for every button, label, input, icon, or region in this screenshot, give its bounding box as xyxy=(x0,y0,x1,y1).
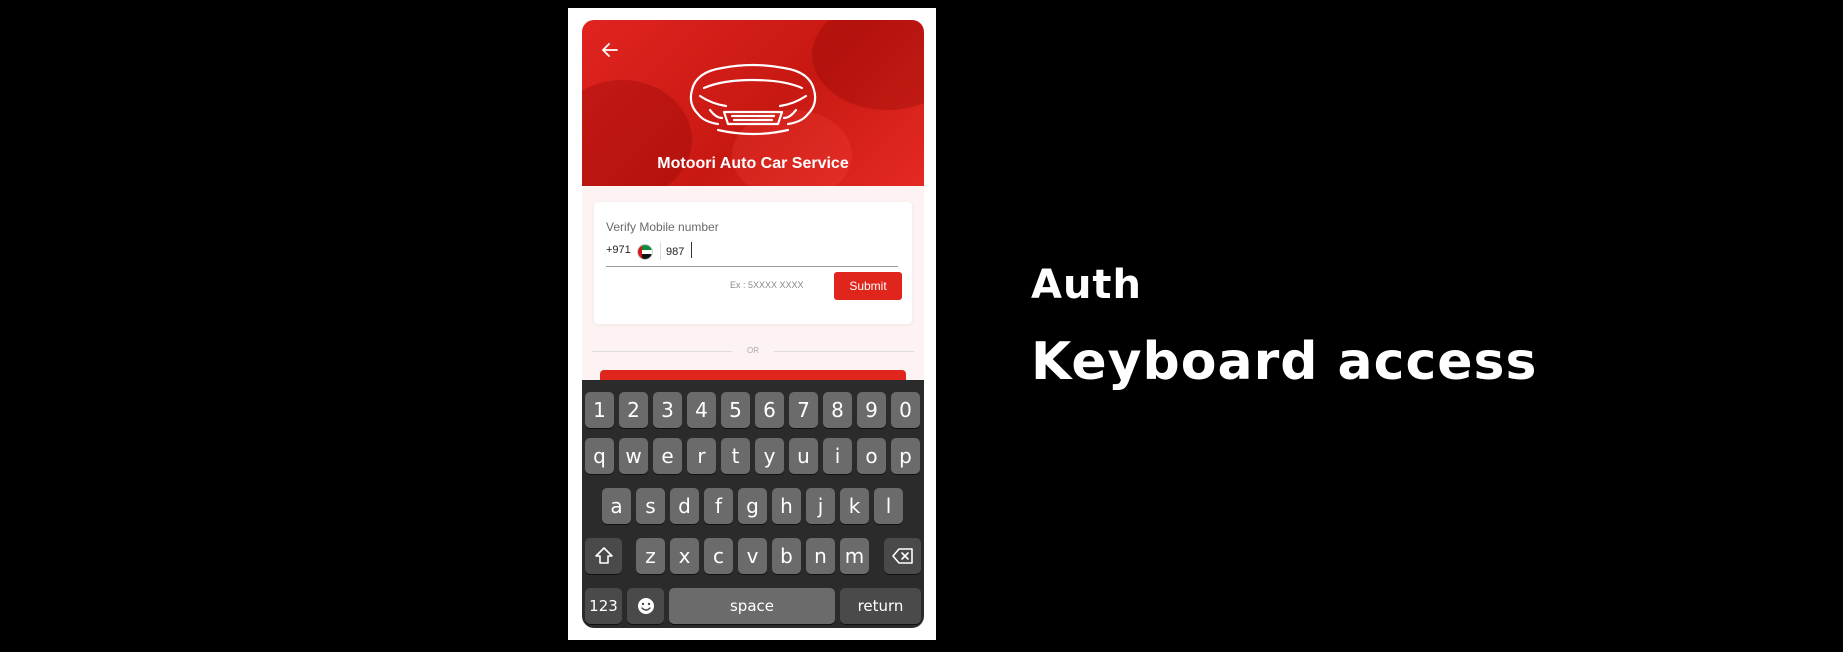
key[interactable]: d xyxy=(670,488,699,524)
header-banner: Motoori Auto Car Service xyxy=(582,20,924,186)
key[interactable]: a xyxy=(602,488,631,524)
key[interactable]: p xyxy=(891,438,920,474)
numbers-key[interactable]: 123 xyxy=(585,588,622,624)
key[interactable]: u xyxy=(789,438,818,474)
banner-decoration xyxy=(812,20,924,110)
key[interactable]: t xyxy=(721,438,750,474)
key[interactable]: g xyxy=(738,488,767,524)
key[interactable]: x xyxy=(670,538,699,574)
phone-frame: Motoori Auto Car Service Verify Mobile n… xyxy=(568,8,936,640)
shift-key[interactable] xyxy=(585,538,622,574)
space-key[interactable]: space xyxy=(669,588,835,624)
key[interactable]: o xyxy=(857,438,886,474)
verify-label: Verify Mobile number xyxy=(606,220,719,234)
key[interactable]: m xyxy=(840,538,869,574)
submit-button[interactable]: Submit xyxy=(834,272,902,300)
key[interactable]: k xyxy=(840,488,869,524)
backspace-key[interactable] xyxy=(884,538,921,574)
arrow-left-icon xyxy=(602,43,618,57)
emoji-key[interactable] xyxy=(627,588,664,624)
key[interactable]: 8 xyxy=(823,392,852,428)
key[interactable]: 6 xyxy=(755,392,784,428)
shift-icon xyxy=(594,547,613,564)
key[interactable]: 1 xyxy=(585,392,614,428)
brand-name: Motoori Auto Car Service xyxy=(657,155,849,172)
side-title: Auth xyxy=(1031,262,1143,308)
key[interactable]: z xyxy=(636,538,665,574)
back-button[interactable] xyxy=(598,38,622,62)
text-caret xyxy=(691,242,692,258)
return-key[interactable]: return xyxy=(840,588,921,624)
phone-hint: Ex : 5XXXX XXXX xyxy=(730,280,804,290)
key[interactable]: l xyxy=(874,488,903,524)
key[interactable]: 2 xyxy=(619,392,648,428)
phone-field[interactable]: +971 xyxy=(606,242,898,267)
backspace-icon xyxy=(891,548,913,564)
side-subtitle: Keyboard access xyxy=(1031,332,1538,392)
field-divider xyxy=(660,242,661,260)
key[interactable]: e xyxy=(653,438,682,474)
emoji-icon xyxy=(637,598,654,614)
key[interactable]: 3 xyxy=(653,392,682,428)
key[interactable]: 5 xyxy=(721,392,750,428)
key[interactable]: f xyxy=(704,488,733,524)
uae-flag-icon xyxy=(637,244,653,260)
key[interactable]: i xyxy=(823,438,852,474)
key[interactable]: 0 xyxy=(891,392,920,428)
car-logo-icon xyxy=(689,63,817,136)
key[interactable]: 9 xyxy=(857,392,886,428)
key[interactable]: q xyxy=(585,438,614,474)
key[interactable]: c xyxy=(704,538,733,574)
key[interactable]: y xyxy=(755,438,784,474)
key[interactable]: j xyxy=(806,488,835,524)
app-screen: Motoori Auto Car Service Verify Mobile n… xyxy=(582,20,924,628)
key[interactable]: s xyxy=(636,488,665,524)
phone-input[interactable] xyxy=(666,242,866,262)
key[interactable]: w xyxy=(619,438,648,474)
divider-line xyxy=(774,351,914,352)
key[interactable]: r xyxy=(687,438,716,474)
key[interactable]: 4 xyxy=(687,392,716,428)
keyboard: 1 2 3 4 5 6 7 8 9 0 q w e r t y u i o p … xyxy=(582,380,924,628)
key[interactable]: h xyxy=(772,488,801,524)
verify-card: Verify Mobile number +971 Ex : 5XXXX XXX… xyxy=(594,202,912,324)
key[interactable]: 7 xyxy=(789,392,818,428)
country-code[interactable]: +971 xyxy=(606,244,631,256)
or-divider: OR xyxy=(592,346,914,356)
key[interactable]: b xyxy=(772,538,801,574)
key[interactable]: n xyxy=(806,538,835,574)
key[interactable]: v xyxy=(738,538,767,574)
